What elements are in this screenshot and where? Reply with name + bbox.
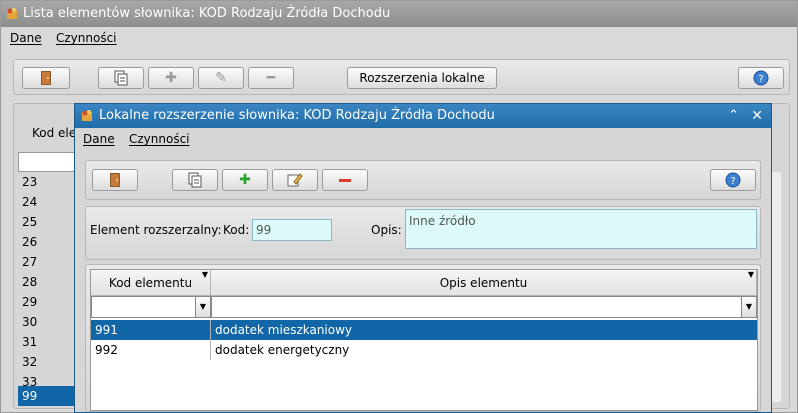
opis-label: Opis: (371, 223, 402, 237)
close-icon[interactable]: ✕ (751, 104, 763, 128)
help-button[interactable]: ? (738, 67, 784, 89)
list-item[interactable]: 27 (18, 252, 78, 272)
plus-icon: ✚ (239, 172, 251, 188)
menu-dane[interactable]: Dane (10, 27, 42, 49)
cell-kod: 991 (95, 323, 118, 337)
column-divider (210, 320, 211, 360)
help-icon: ? (753, 70, 769, 86)
svg-text:?: ? (730, 176, 735, 187)
main-titlebar: Lista elementów słownika: KOD Rodzaju Źr… (1, 1, 797, 27)
dialog-title: Lokalne rozszerzenie słownika: KOD Rodza… (99, 108, 495, 123)
grid-panel: Kod elementu ▼ Opis elementu ▼ ▼ ▼ 991 d… (85, 264, 761, 412)
menu-czynnosci[interactable]: Czynności (56, 27, 117, 49)
list-item[interactable]: 32 (18, 352, 78, 372)
collapse-icon[interactable]: ⌃ (728, 104, 739, 128)
table-row-selected[interactable]: 991 dodatek mieszkaniowy (91, 320, 757, 340)
minus-icon (339, 178, 351, 182)
dialog-copy-button[interactable] (172, 169, 218, 191)
dialog-menu-czynnosci[interactable]: Czynności (129, 128, 190, 150)
dialog-add-button[interactable]: ✚ (222, 169, 268, 191)
sort-icon: ▼ (201, 270, 208, 279)
extensible-element-panel: Element rozszerzalny: Kod: 99 Opis: Inne… (85, 206, 761, 260)
add-button[interactable]: ✚ (148, 67, 194, 89)
list-item-selected[interactable]: 99 (18, 386, 78, 406)
list-item[interactable]: 31 (18, 332, 78, 352)
filter-kod[interactable]: ▼ (91, 296, 211, 318)
dialog-edit-button[interactable] (272, 169, 318, 191)
copy-icon (188, 172, 202, 188)
list-item[interactable]: 24 (18, 192, 78, 212)
cell-opis: dodatek mieszkaniowy (215, 323, 353, 337)
list-item[interactable]: 23 (18, 172, 78, 192)
column-header-kod-label: Kod elementu (108, 276, 193, 290)
cell-kod: 992 (95, 343, 118, 357)
dialog-remove-button[interactable] (322, 169, 368, 191)
local-extensions-label: Rozszerzenia lokalne (359, 71, 485, 85)
column-header-opis-label: Opis elementu (439, 276, 528, 290)
kod-label: Kod: (223, 223, 250, 237)
kod-field[interactable]: 99 (252, 219, 332, 241)
local-extensions-button[interactable]: Rozszerzenia lokalne (347, 67, 497, 89)
dialog-toolbar: ✚ ? (85, 160, 761, 200)
dialog-titlebar: Lokalne rozszerzenie słownika: KOD Rodza… (75, 104, 771, 128)
dialog-menubar: Dane Czynności (75, 128, 771, 150)
exit-button[interactable] (22, 67, 70, 89)
column-header-opis[interactable]: Opis elementu ▼ (211, 270, 757, 296)
app-icon (7, 8, 17, 19)
list-item[interactable]: 30 (18, 312, 78, 332)
door-icon (110, 173, 120, 187)
remove-button[interactable]: ━ (248, 67, 294, 89)
chevron-down-icon[interactable]: ▼ (741, 297, 756, 317)
elements-grid: Kod elementu ▼ Opis elementu ▼ ▼ ▼ 991 d… (90, 269, 758, 411)
main-menubar: Dane Czynności (1, 27, 797, 49)
dialog-help-button[interactable]: ? (710, 169, 756, 191)
sort-icon: ▼ (747, 270, 754, 279)
column-header-kod[interactable]: Kod elementu ▼ (91, 270, 211, 296)
opis-field[interactable]: Inne źródło (405, 209, 757, 249)
main-title: Lista elementów słownika: KOD Rodzaju Źr… (23, 6, 391, 21)
table-row[interactable]: 992 dodatek energetyczny (91, 340, 757, 360)
list-item[interactable]: 28 (18, 272, 78, 292)
main-list-header[interactable]: Kod ele (18, 114, 78, 152)
local-extension-dialog: Lokalne rozszerzenie słownika: KOD Rodza… (74, 103, 772, 413)
list-item[interactable]: 26 (18, 232, 78, 252)
copy-icon (114, 70, 128, 86)
copy-button[interactable] (98, 67, 144, 89)
filter-opis[interactable]: ▼ (211, 296, 757, 318)
chevron-down-icon[interactable]: ▼ (195, 297, 210, 317)
plus-icon: ✚ (165, 70, 177, 86)
list-item[interactable]: 29 (18, 292, 78, 312)
help-icon: ? (725, 172, 741, 188)
edit-button[interactable]: ✎ (198, 67, 244, 89)
svg-text:?: ? (758, 74, 763, 85)
door-icon (41, 71, 51, 85)
cell-opis: dodatek energetyczny (215, 343, 350, 357)
main-list-filter[interactable] (18, 152, 78, 172)
dialog-menu-dane[interactable]: Dane (83, 128, 115, 150)
minus-icon: ━ (266, 70, 276, 86)
app-icon (82, 110, 92, 121)
list-item[interactable]: 25 (18, 212, 78, 232)
dialog-exit-button[interactable] (92, 169, 138, 191)
element-label: Element rozszerzalny: (90, 223, 222, 237)
edit-icon (287, 173, 303, 187)
main-toolbar: ✚ ✎ ━ Rozszerzenia lokalne ? (13, 59, 790, 95)
edit-icon: ✎ (215, 70, 227, 86)
